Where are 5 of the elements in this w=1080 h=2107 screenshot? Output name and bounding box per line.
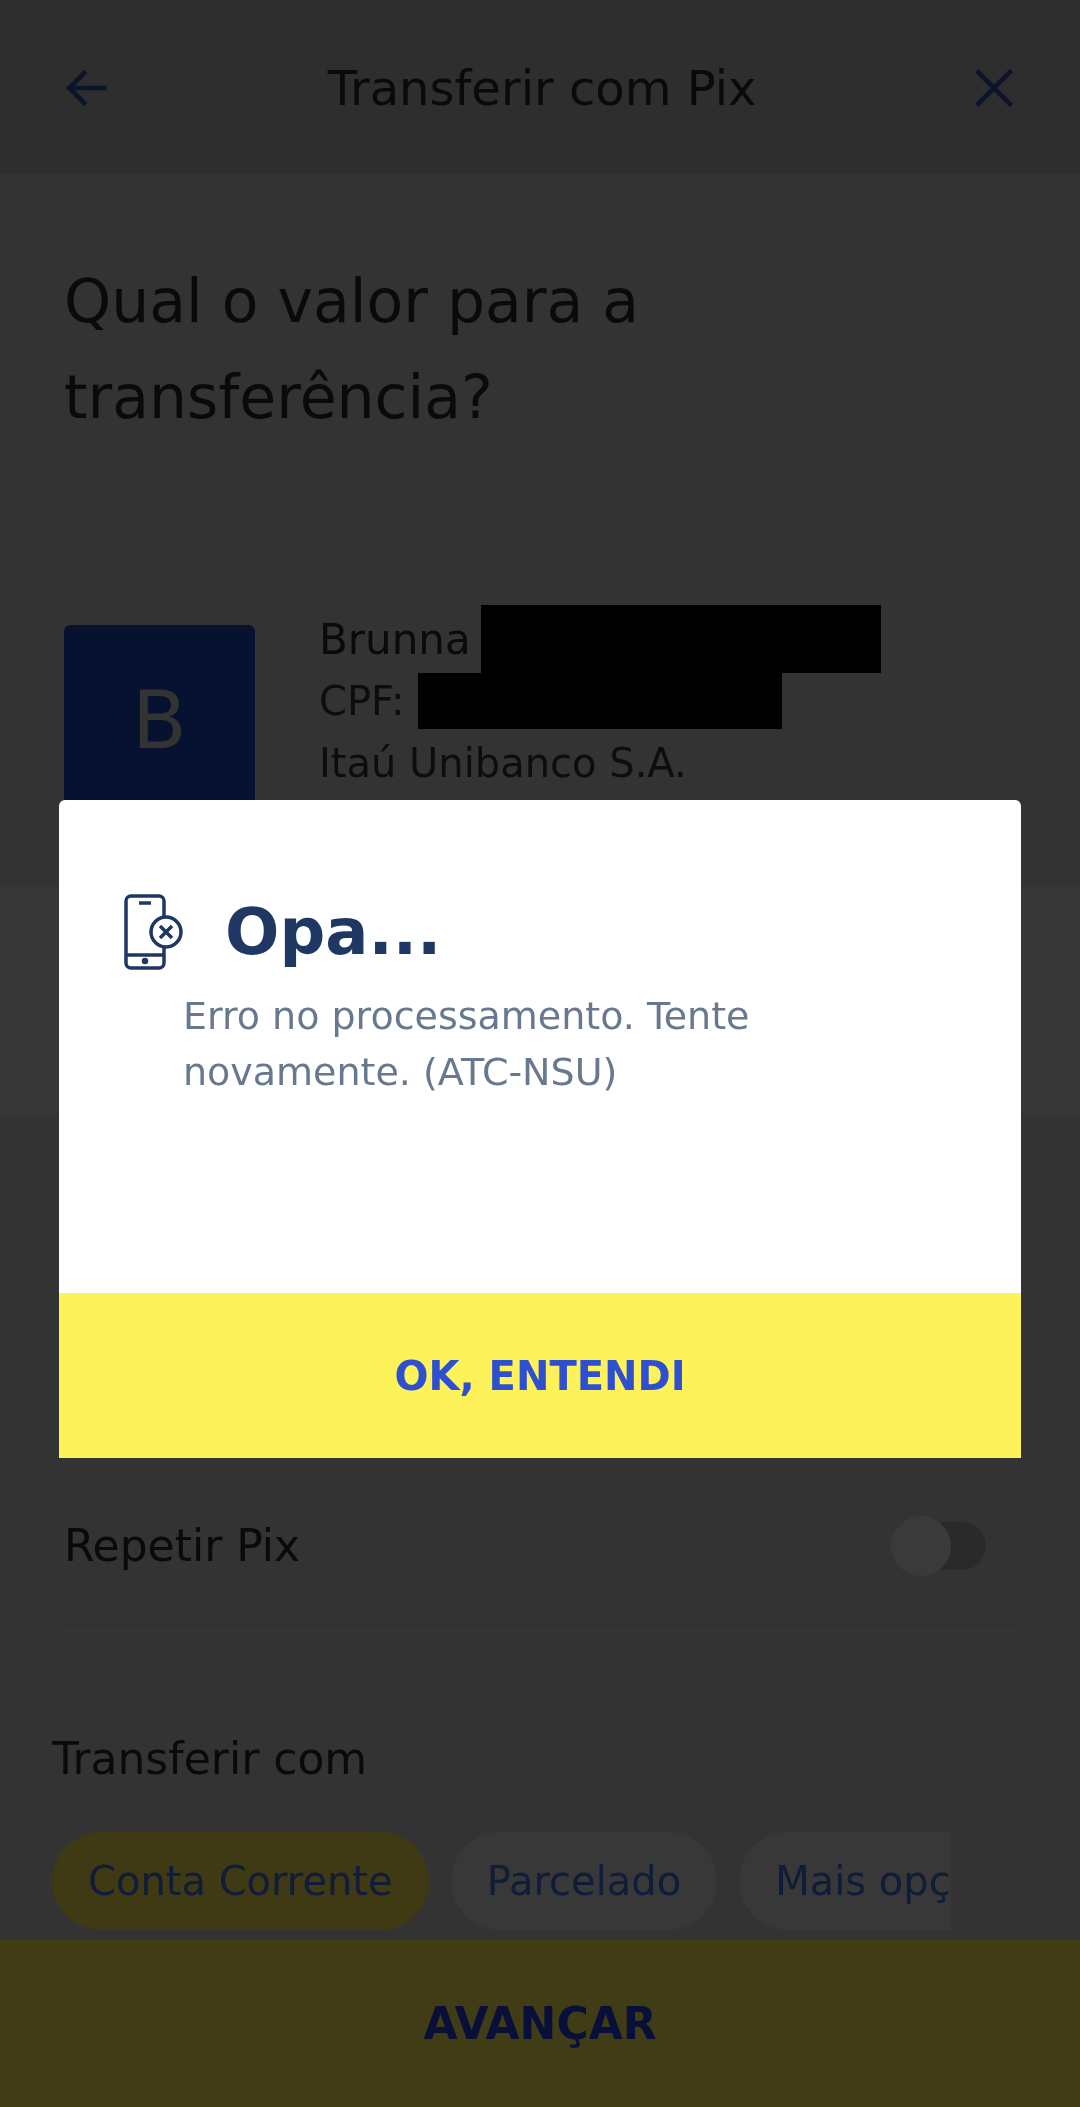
dialog-message: Erro no processamento. Tente novamente. (ATC-NSU)	[183, 993, 751, 1096]
advance-button[interactable]: AVANÇAR	[0, 1940, 1080, 2107]
phone-error-icon	[123, 893, 185, 971]
dialog-title: Opa...	[225, 894, 442, 971]
ok-button[interactable]: OK, ENTENDI	[59, 1293, 1021, 1458]
